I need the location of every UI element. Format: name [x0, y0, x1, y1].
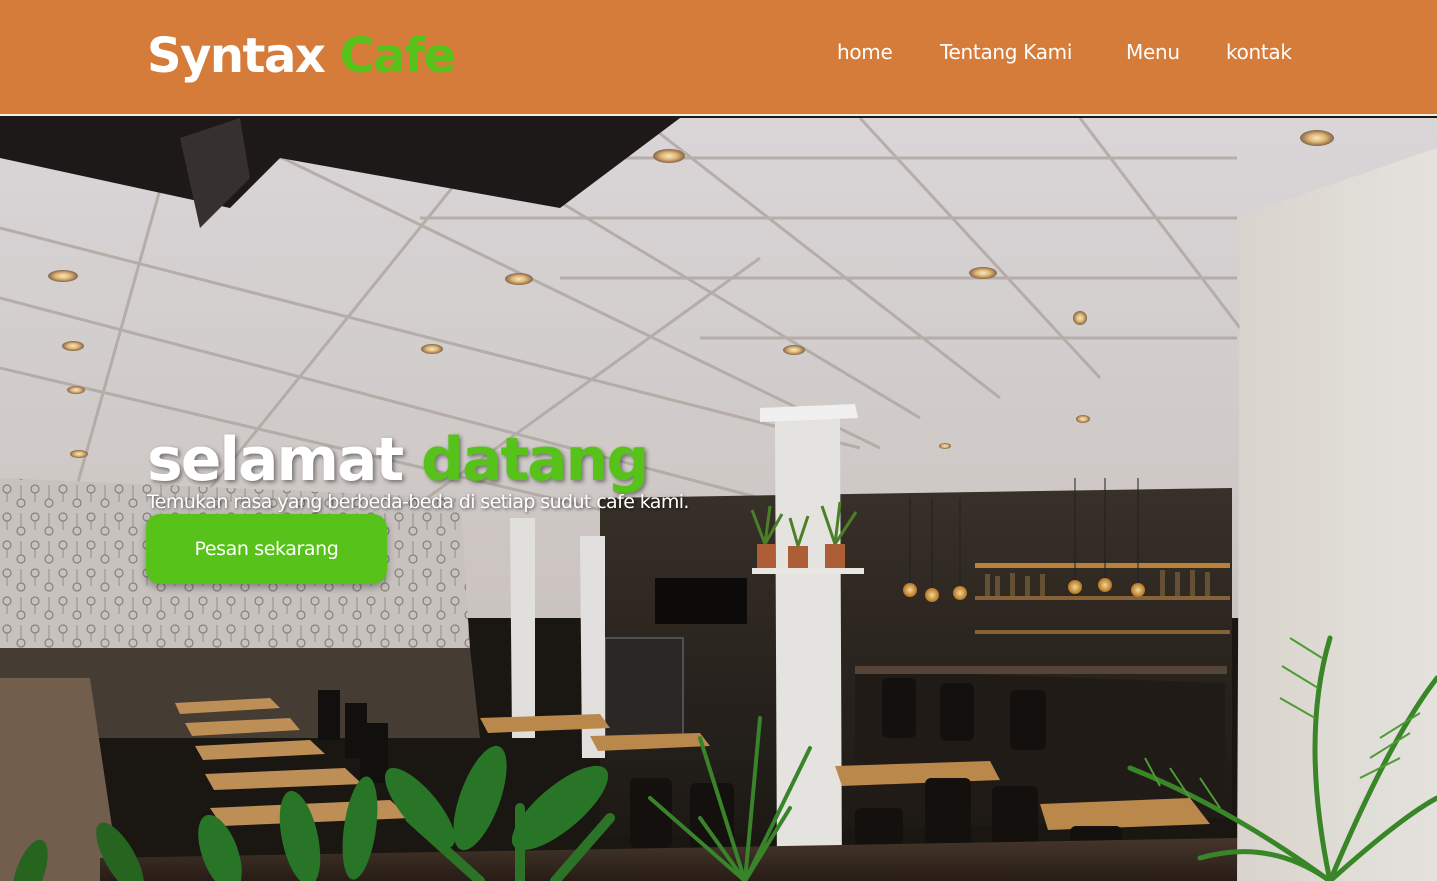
- hero-title-part1: selamat: [147, 425, 404, 496]
- hero-subtitle: Temukan rasa yang berbeda-beda di setiap…: [147, 491, 689, 513]
- nav-link-home[interactable]: home: [837, 38, 893, 66]
- nav-link-menu[interactable]: Menu: [1126, 38, 1180, 66]
- order-now-button[interactable]: Pesan sekarang: [146, 514, 387, 584]
- nav-link-kontak[interactable]: kontak: [1226, 38, 1292, 66]
- nav-link-tentang-kami[interactable]: Tentang Kami: [940, 38, 1072, 66]
- hero-title-part2: datang: [421, 425, 649, 496]
- navbar: Syntax Cafe home Tentang Kami Menu konta…: [0, 0, 1437, 116]
- hero-section: selamat datang Temukan rasa yang berbeda…: [0, 118, 1437, 881]
- nav-menu: home Tentang Kami Menu kontak: [0, 38, 1437, 68]
